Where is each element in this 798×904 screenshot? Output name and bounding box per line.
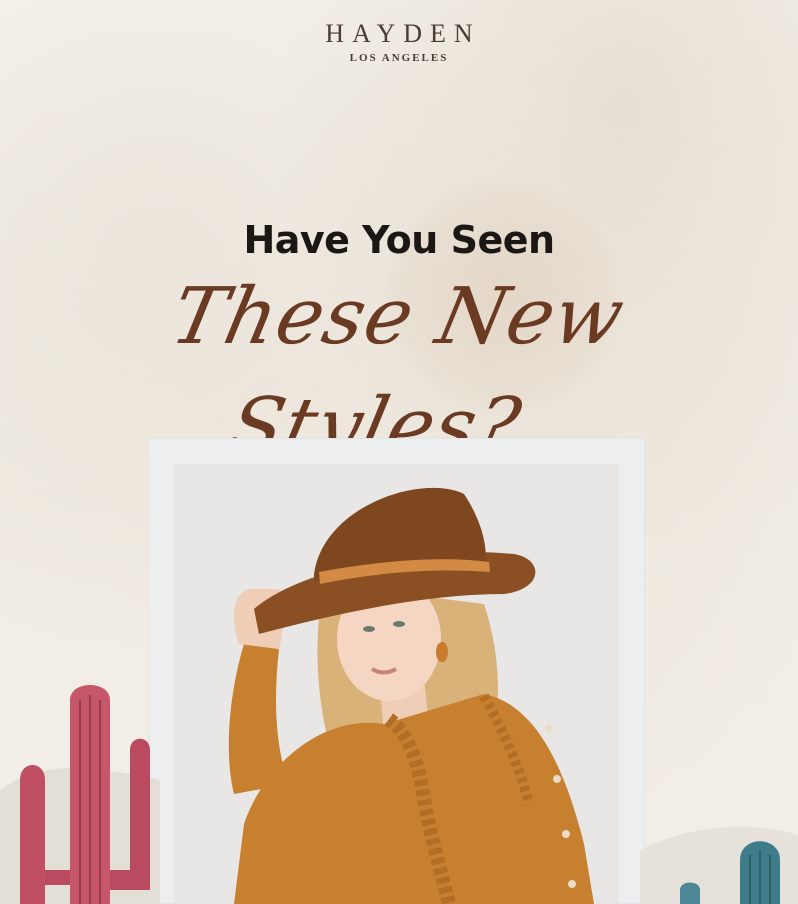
headline-script: These New Styles?	[163, 272, 633, 472]
brand-location: LOS ANGELES	[349, 52, 449, 64]
hero-photo-frame	[148, 438, 645, 904]
cactus-right-illustration	[640, 826, 798, 904]
hero-photo[interactable]	[174, 464, 619, 904]
brand-header[interactable]: HAYDEN LOS ANGELES	[0, 18, 798, 64]
model-illustration	[228, 487, 594, 904]
cactus-left-illustration	[0, 685, 160, 904]
brand-logo: HAYDEN	[325, 19, 481, 48]
headline-primary: Have You Seen	[243, 218, 555, 262]
